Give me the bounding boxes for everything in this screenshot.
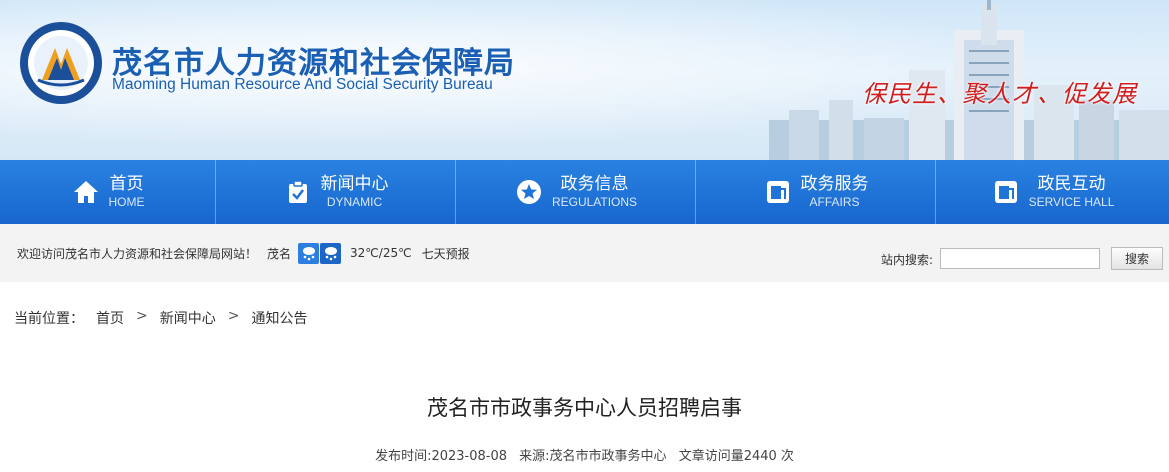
- main-nav: 首页 HOME 新闻中心 DYNAMIC 政务信息 REGULATIONS 政务…: [0, 160, 1169, 224]
- temperature: 32℃/25℃: [350, 246, 412, 260]
- welcome-text: 欢迎访问茂名市人力资源和社会保障局网站！: [17, 246, 258, 261]
- clipboard-check-icon: [283, 177, 313, 207]
- nav-label: 政务服务: [800, 174, 869, 194]
- search-label: 站内搜索:: [881, 253, 934, 267]
- nav-item-news[interactable]: 新闻中心 DYNAMIC: [216, 160, 456, 224]
- search-input[interactable]: [940, 248, 1100, 269]
- rain-icon: [320, 242, 342, 264]
- breadcrumb-home[interactable]: 首页: [96, 308, 124, 328]
- nav-sublabel: SERVICE HALL: [1028, 195, 1115, 209]
- breadcrumb-news[interactable]: 新闻中心: [160, 308, 216, 328]
- bureau-logo: [20, 22, 102, 104]
- nav-item-home[interactable]: 首页 HOME: [0, 160, 216, 224]
- seven-day-forecast-link[interactable]: 七天预报: [422, 245, 470, 262]
- search-button[interactable]: 搜索: [1111, 247, 1163, 270]
- site-title-english: Maoming Human Resource And Social Securi…: [112, 76, 493, 93]
- breadcrumb-prefix: 当前位置：: [14, 311, 84, 327]
- nav-label: 政务信息: [560, 174, 629, 194]
- article-meta: 发布时间:2023-08-08 来源:茂名市市政事务中心 文章访问量2440 次: [0, 445, 1169, 464]
- nav-label: 首页: [109, 174, 144, 194]
- nav-item-affairs[interactable]: 政务服务 AFFAIRS: [696, 160, 936, 224]
- nav-sublabel: AFFAIRS: [809, 195, 860, 209]
- nav-sublabel: HOME: [108, 195, 145, 209]
- nav-label: 新闻中心: [320, 174, 389, 194]
- nav-item-interaction[interactable]: 政民互动 SERVICE HALL: [936, 160, 1169, 224]
- nav-sublabel: DYNAMIC: [326, 195, 383, 209]
- nav-item-regulations[interactable]: 政务信息 REGULATIONS: [456, 160, 696, 224]
- weather-city: 茂名: [267, 246, 292, 261]
- header-banner: 茂名市人力资源和社会保障局 Maoming Human Resource And…: [0, 0, 1169, 160]
- article-source: 来源:茂名市市政事务中心: [519, 449, 667, 464]
- home-icon: [71, 177, 101, 207]
- publish-time: 发布时间:2023-08-08: [375, 449, 508, 464]
- service-window-icon: [763, 177, 793, 207]
- nav-sublabel: REGULATIONS: [551, 195, 638, 209]
- slogan: 保民生、聚人才、促发展: [862, 80, 1137, 108]
- article-title: 茂名市市政事务中心人员招聘启事: [427, 396, 742, 420]
- breadcrumb-notices[interactable]: 通知公告: [251, 308, 307, 328]
- nav-label: 政民互动: [1037, 174, 1106, 194]
- chevron-right-icon: >: [136, 308, 148, 324]
- breadcrumb: 当前位置： 首页 > 新闻中心 > 通知公告: [14, 308, 307, 328]
- interaction-window-icon: [991, 177, 1021, 207]
- chevron-right-icon: >: [227, 308, 240, 324]
- star-circle-icon: [514, 177, 544, 207]
- info-bar: 欢迎访问茂名市人力资源和社会保障局网站！ 茂名 32℃/25℃ 七天预报 站内搜…: [0, 224, 1169, 282]
- view-count: 文章访问量2440 次: [678, 449, 794, 464]
- rain-icon: [298, 242, 320, 264]
